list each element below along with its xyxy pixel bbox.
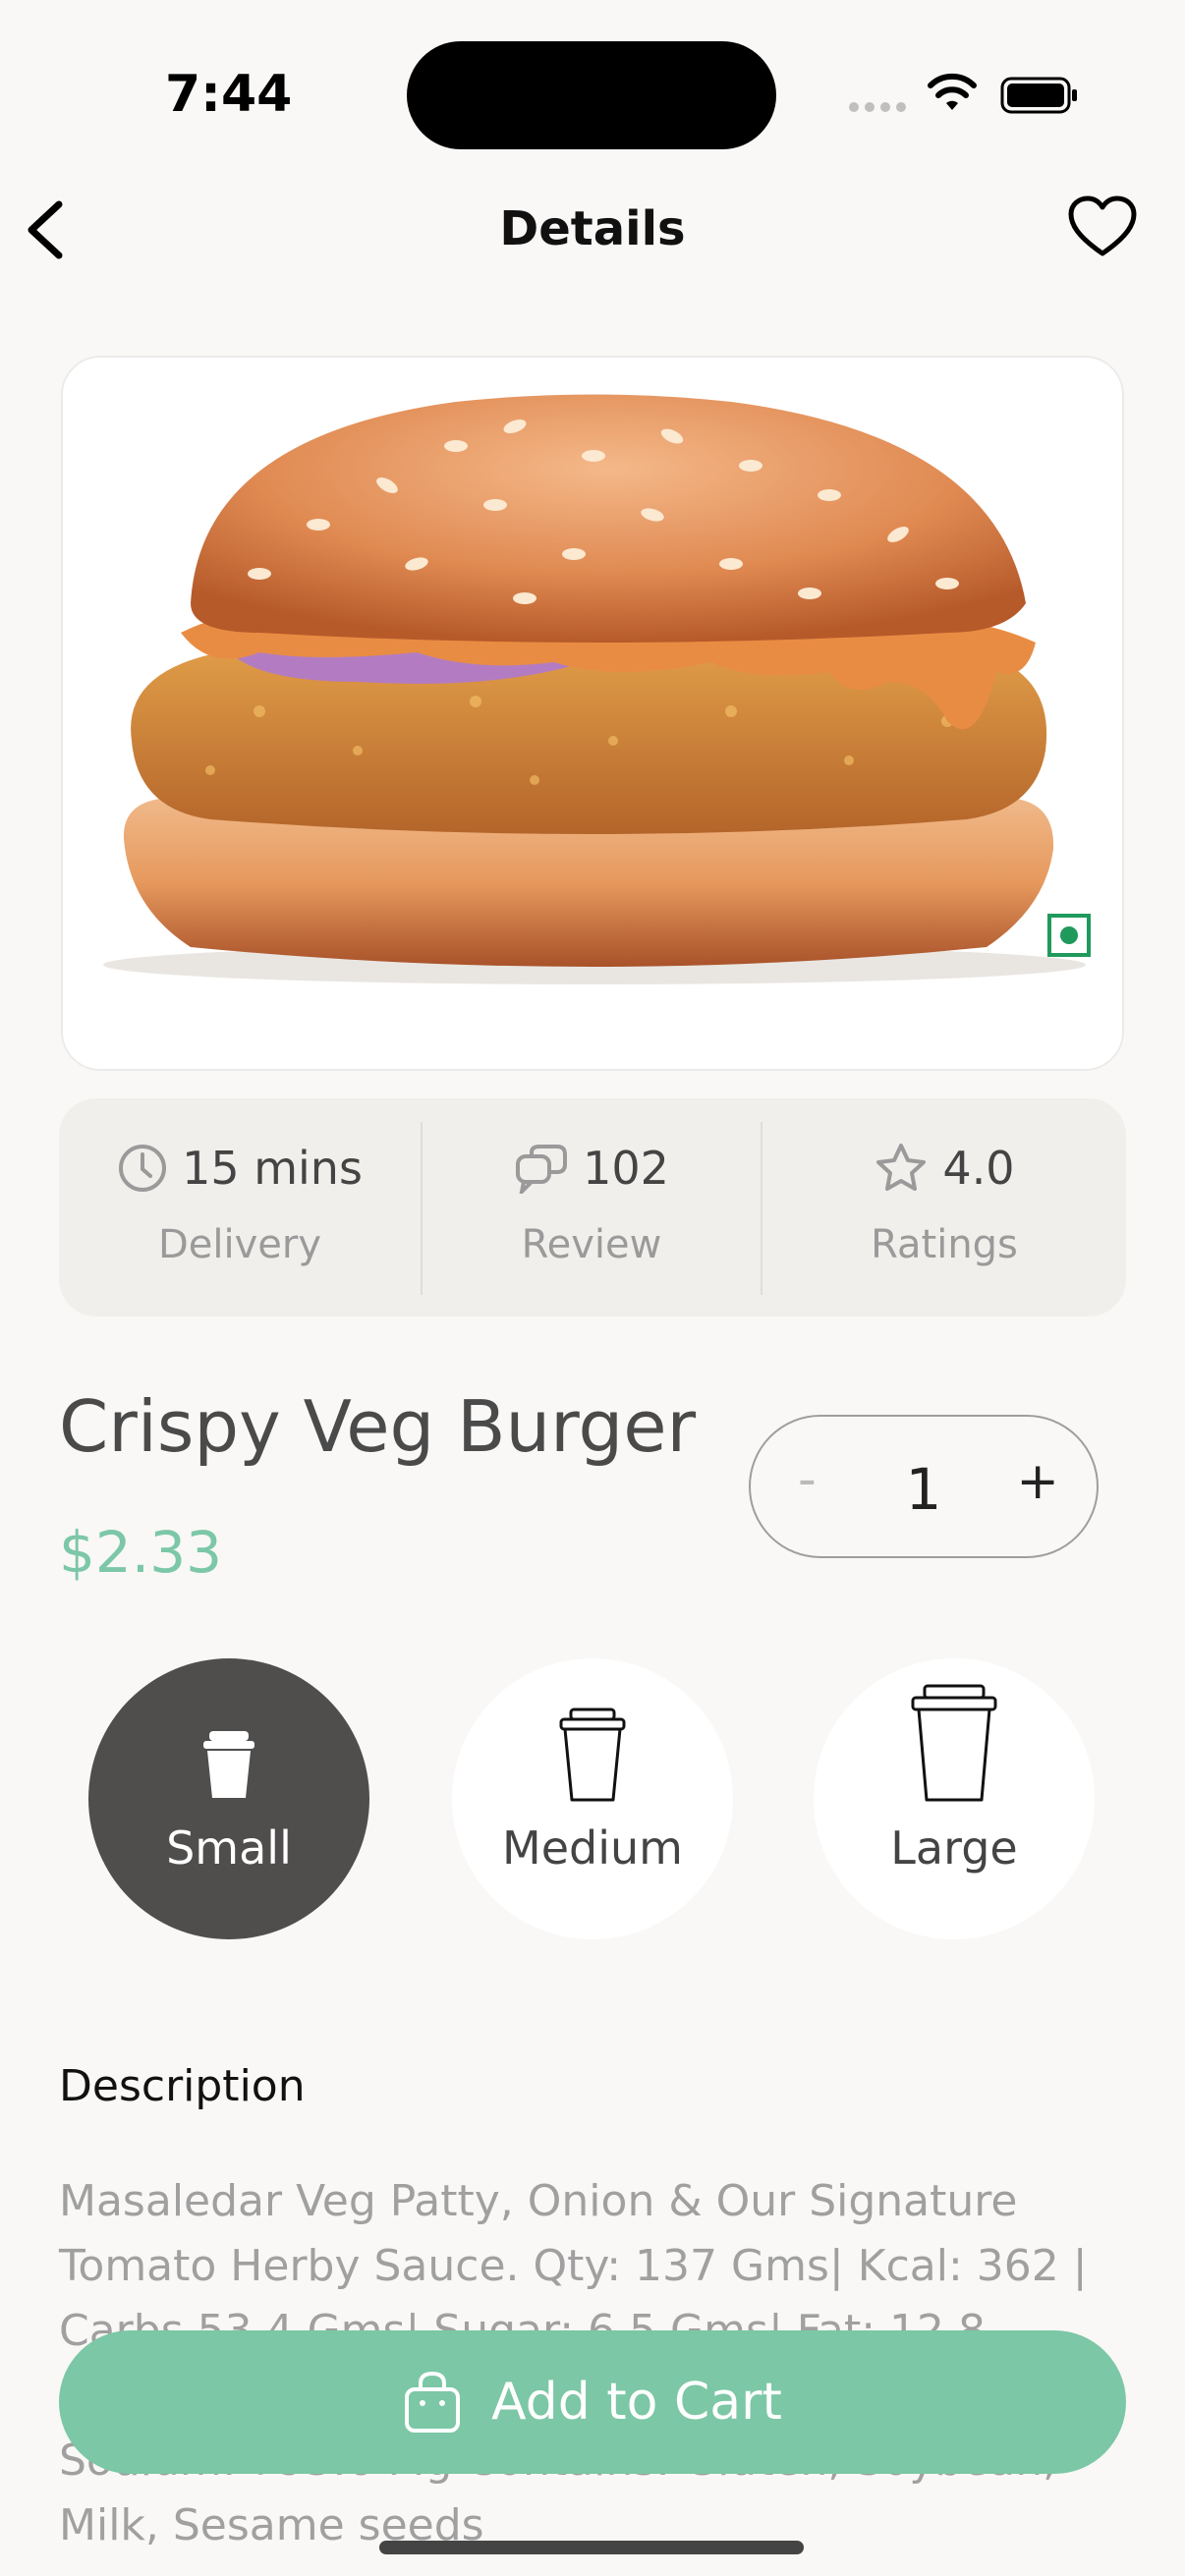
- size-large-label: Large: [890, 1821, 1018, 1875]
- review-value: 102: [583, 1142, 669, 1195]
- star-icon: [876, 1144, 927, 1191]
- product-image: [61, 356, 1124, 1071]
- description-heading: Description: [59, 2061, 306, 2111]
- wifi-icon: [928, 73, 977, 110]
- delivery-label: Delivery: [157, 1222, 322, 1267]
- product-name: Crispy Veg Burger: [59, 1385, 697, 1468]
- stat-review: 102 Review: [423, 1098, 761, 1316]
- home-indicator[interactable]: [379, 2541, 804, 2554]
- add-to-cart-label: Add to Cart: [491, 2373, 782, 2432]
- dynamic-island: [407, 41, 776, 149]
- review-label: Review: [521, 1222, 662, 1267]
- quantity-stepper: - 1 +: [749, 1415, 1099, 1558]
- chat-bubbles-icon: [516, 1145, 568, 1194]
- delivery-value: 15 mins: [182, 1142, 363, 1195]
- size-medium-label: Medium: [502, 1821, 683, 1875]
- shopping-bag-icon: [405, 2371, 461, 2433]
- cup-large-icon: [911, 1684, 997, 1802]
- page-title: Details: [499, 201, 686, 256]
- battery-icon: [1000, 77, 1077, 114]
- size-large-button[interactable]: Large: [814, 1658, 1095, 1939]
- increase-button[interactable]: +: [1016, 1452, 1059, 1511]
- add-to-cart-button[interactable]: Add to Cart: [59, 2330, 1126, 2474]
- cup-medium-icon: [559, 1708, 626, 1802]
- status-time: 7:44: [165, 65, 293, 124]
- size-small-button[interactable]: Small: [88, 1658, 369, 1939]
- clock-icon: [119, 1145, 167, 1192]
- stats-panel: 15 mins Delivery 102 Review 4.0 Ratings: [59, 1098, 1126, 1316]
- ratings-value: 4.0: [942, 1142, 1015, 1195]
- size-small-label: Small: [166, 1821, 292, 1875]
- stat-ratings: 4.0 Ratings: [762, 1098, 1126, 1316]
- cup-small-icon: [203, 1731, 254, 1798]
- signal-icon: [849, 102, 906, 112]
- burger-illustration: [103, 394, 1086, 984]
- stat-delivery: 15 mins Delivery: [59, 1098, 421, 1316]
- veg-indicator-icon: [1047, 914, 1091, 957]
- favorite-heart-icon[interactable]: [1067, 195, 1138, 259]
- size-medium-button[interactable]: Medium: [452, 1658, 733, 1939]
- ratings-label: Ratings: [871, 1222, 1018, 1267]
- product-price: $2.33: [59, 1519, 223, 1586]
